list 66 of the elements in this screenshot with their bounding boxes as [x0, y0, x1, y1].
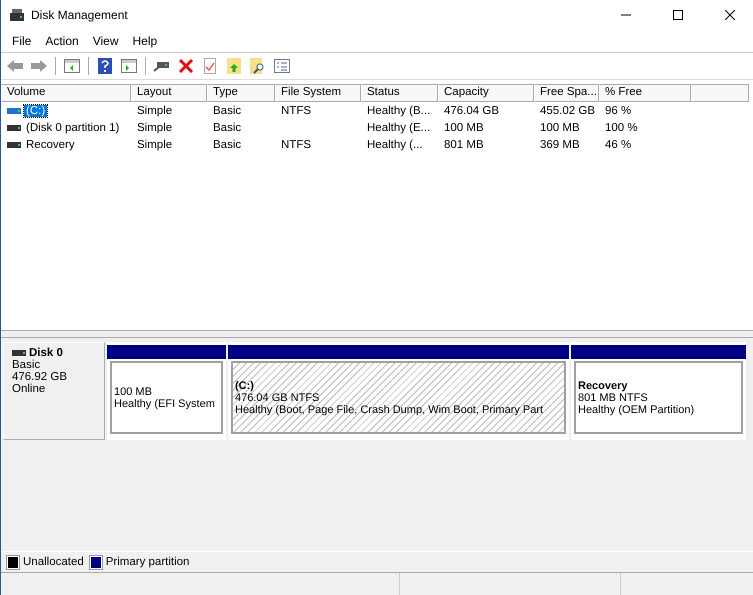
table-cell: Simple — [137, 138, 172, 150]
checklist-button[interactable] — [272, 56, 292, 76]
disk-name: Disk 0 — [29, 347, 63, 359]
window-title: Disk Management — [31, 8, 129, 22]
column-header[interactable]: Layout — [131, 84, 207, 102]
table-cell: Basic — [213, 104, 242, 116]
table-cell: 455.02 GB — [540, 104, 595, 116]
column-header[interactable]: Status — [361, 84, 438, 102]
table-cell: 801 MB — [444, 138, 484, 150]
drive-label[interactable]: (C:) — [24, 104, 48, 116]
table-cell: NTFS — [281, 138, 312, 150]
partition-block[interactable]: (C:) 476.04 GB NTFS Healthy (Boot, Page File, Crash Dump, Wim Boot, Primary Part — [231, 361, 566, 434]
table-cell: Simple — [137, 122, 172, 134]
table-cell: NTFS — [281, 104, 312, 116]
action-pane-button[interactable] — [119, 56, 139, 76]
partition-size: 476.04 GB NTFS — [235, 392, 320, 404]
table-cell: 46 % — [605, 138, 632, 150]
partition-status: Healthy (EFI System — [114, 398, 216, 410]
partition-name: (C:) — [235, 380, 255, 392]
table-cell: 476.04 GB — [444, 104, 499, 116]
close-icon — [725, 10, 735, 20]
column-header[interactable]: Type — [207, 84, 275, 102]
disk-icon — [9, 8, 25, 22]
legend-label: Primary partition — [106, 556, 190, 568]
partition-size: 801 MB NTFS — [578, 392, 649, 404]
console-tree-button[interactable] — [62, 56, 82, 76]
legend-label: Unallocated — [23, 556, 84, 568]
menu-item[interactable]: File — [5, 32, 38, 50]
column-header[interactable]: Volume — [1, 84, 131, 102]
drive-icon — [7, 124, 21, 130]
partition-status: Healthy (Boot, Page File, Crash Dump, Wim Boot, Primary Part — [235, 404, 544, 416]
menu-item[interactable]: View — [86, 32, 126, 50]
drive-icon — [7, 142, 21, 148]
maximize-icon — [673, 10, 683, 20]
table-cell: Healthy (E... — [367, 122, 430, 134]
disk-size: 476.92 GB — [12, 371, 68, 383]
table-cell: 96 % — [605, 104, 632, 116]
menu-item[interactable]: Action — [38, 32, 86, 50]
table-cell: 100 MB — [444, 122, 484, 134]
table-cell: Basic — [213, 122, 242, 134]
menu-item[interactable]: Help — [126, 32, 164, 50]
partition-size: 100 MB — [114, 386, 153, 398]
help-button[interactable] — [95, 56, 115, 76]
table-cell: 369 MB — [540, 138, 580, 150]
partition-block[interactable]: Recovery 801 MB NTFS Healthy (OEM Partition) — [574, 361, 743, 434]
table-cell: Basic — [213, 138, 242, 150]
drive-label[interactable]: (Disk 0 partition 1) — [24, 122, 122, 134]
disk-status: Online — [12, 383, 46, 395]
column-header[interactable]: Free Spa... — [534, 84, 599, 102]
column-header[interactable]: File System — [275, 84, 361, 102]
table-cell: Simple — [137, 104, 172, 116]
drive-icon — [12, 350, 26, 356]
table-cell: Healthy (... — [367, 138, 423, 150]
partition-status: Healthy (OEM Partition) — [578, 404, 696, 416]
partition-name: Recovery — [578, 380, 629, 392]
table-cell: Healthy (B... — [367, 104, 430, 116]
partition-block[interactable]: 100 MB Healthy (EFI System — [110, 361, 223, 434]
column-header[interactable]: Capacity — [438, 84, 534, 102]
column-header[interactable]: % Free — [599, 84, 691, 102]
table-cell: 100 MB — [540, 122, 580, 134]
drive-icon — [7, 108, 21, 114]
drive-label[interactable]: Recovery — [24, 138, 77, 150]
disk-type: Basic — [12, 359, 42, 371]
delete-button[interactable] — [176, 56, 196, 76]
disk-info-panel[interactable]: Disk 0 Basic 476.92 GB Online — [3, 342, 105, 440]
table-cell: 100 % — [605, 122, 638, 134]
